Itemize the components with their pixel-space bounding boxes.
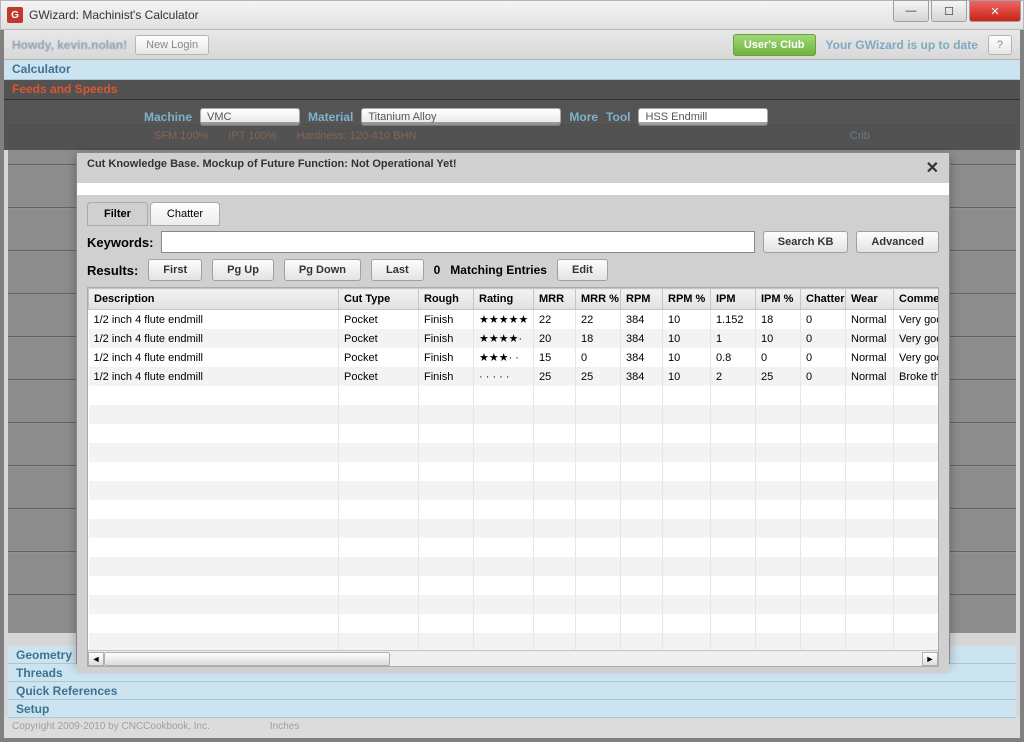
- pgdown-button[interactable]: Pg Down: [284, 259, 361, 281]
- footer: Copyright 2009-2010 by CNCCookbook, Inc.…: [4, 718, 1020, 738]
- keywords-input[interactable]: [161, 231, 754, 253]
- nav-feeds-speeds[interactable]: Feeds and Speeds: [4, 80, 1020, 100]
- keywords-label: Keywords:: [87, 235, 153, 250]
- matching-label: Matching Entries: [450, 263, 547, 277]
- units-text: Inches: [270, 721, 299, 735]
- search-kb-button[interactable]: Search KB: [763, 231, 849, 253]
- edit-button[interactable]: Edit: [557, 259, 608, 281]
- scroll-right-icon[interactable]: ►: [922, 652, 938, 666]
- table-row[interactable]: 1/2 inch 4 flute endmillPocketFinish★★★★…: [89, 310, 940, 330]
- col-header[interactable]: Rating: [474, 289, 534, 310]
- col-header[interactable]: Comment: [894, 289, 940, 310]
- result-count: 0: [434, 263, 441, 277]
- update-status: Your GWizard is up to date: [826, 38, 978, 52]
- table-row: [89, 500, 940, 519]
- nav-setup[interactable]: Setup: [8, 700, 1016, 718]
- scroll-left-icon[interactable]: ◄: [88, 652, 104, 666]
- results-table: DescriptionCut TypeRoughRatingMRRMRR %RP…: [88, 288, 939, 652]
- results-table-wrap: DescriptionCut TypeRoughRatingMRRMRR %RP…: [87, 287, 939, 667]
- cut-kb-dialog: Cut Knowledge Base. Mockup of Future Fun…: [76, 152, 950, 664]
- horizontal-scrollbar[interactable]: ◄ ►: [88, 650, 938, 666]
- welcome-text: Howdy, kevin.nolan!: [12, 38, 127, 52]
- minimize-button[interactable]: —: [893, 0, 929, 22]
- results-label: Results:: [87, 263, 138, 278]
- col-header[interactable]: IPM: [711, 289, 756, 310]
- top-bar: Howdy, kevin.nolan! New Login User's Clu…: [4, 30, 1020, 60]
- table-row: [89, 576, 940, 595]
- first-button[interactable]: First: [148, 259, 202, 281]
- table-row: [89, 557, 940, 576]
- table-row: [89, 462, 940, 481]
- table-row[interactable]: 1/2 inch 4 flute endmillPocketFinish★★★★…: [89, 329, 940, 348]
- col-header[interactable]: Rough: [419, 289, 474, 310]
- close-button[interactable]: ✕: [969, 0, 1021, 22]
- table-row: [89, 424, 940, 443]
- help-button[interactable]: ?: [988, 35, 1012, 55]
- advanced-button[interactable]: Advanced: [856, 231, 939, 253]
- col-header[interactable]: MRR: [534, 289, 576, 310]
- table-row: [89, 538, 940, 557]
- table-row: [89, 443, 940, 462]
- table-row: [89, 405, 940, 424]
- tab-filter[interactable]: Filter: [87, 202, 148, 226]
- users-club-button[interactable]: User's Club: [733, 34, 816, 56]
- pgup-button[interactable]: Pg Up: [212, 259, 274, 281]
- title-bar: G GWizard: Machinist's Calculator — ☐ ✕: [0, 0, 1024, 30]
- table-row: [89, 481, 940, 500]
- copyright-text: Copyright 2009-2010 by CNCCookbook, Inc.: [12, 721, 210, 735]
- col-header[interactable]: Chatter: [801, 289, 846, 310]
- col-header[interactable]: RPM: [621, 289, 663, 310]
- col-header[interactable]: RPM %: [663, 289, 711, 310]
- dialog-close-icon[interactable]: ✕: [926, 158, 939, 178]
- new-login-button[interactable]: New Login: [135, 35, 209, 55]
- nav-quick-references[interactable]: Quick References: [8, 682, 1016, 700]
- table-row[interactable]: 1/2 inch 4 flute endmillPocketFinish★★★·…: [89, 348, 940, 367]
- col-header[interactable]: IPM %: [756, 289, 801, 310]
- window-title: GWizard: Machinist's Calculator: [29, 8, 199, 22]
- maximize-button[interactable]: ☐: [931, 0, 967, 22]
- table-row[interactable]: 1/2 inch 4 flute endmillPocketFinish· · …: [89, 367, 940, 386]
- tab-chatter[interactable]: Chatter: [150, 202, 220, 226]
- col-header[interactable]: Description: [89, 289, 339, 310]
- table-row: [89, 614, 940, 633]
- app-icon: G: [7, 7, 23, 23]
- dialog-title: Cut Knowledge Base. Mockup of Future Fun…: [87, 158, 457, 178]
- last-button[interactable]: Last: [371, 259, 424, 281]
- table-row: [89, 386, 940, 405]
- nav-calculator[interactable]: Calculator: [4, 60, 1020, 80]
- table-row: [89, 595, 940, 614]
- col-header[interactable]: MRR %: [576, 289, 621, 310]
- col-header[interactable]: Wear: [846, 289, 894, 310]
- col-header[interactable]: Cut Type: [339, 289, 419, 310]
- table-row: [89, 519, 940, 538]
